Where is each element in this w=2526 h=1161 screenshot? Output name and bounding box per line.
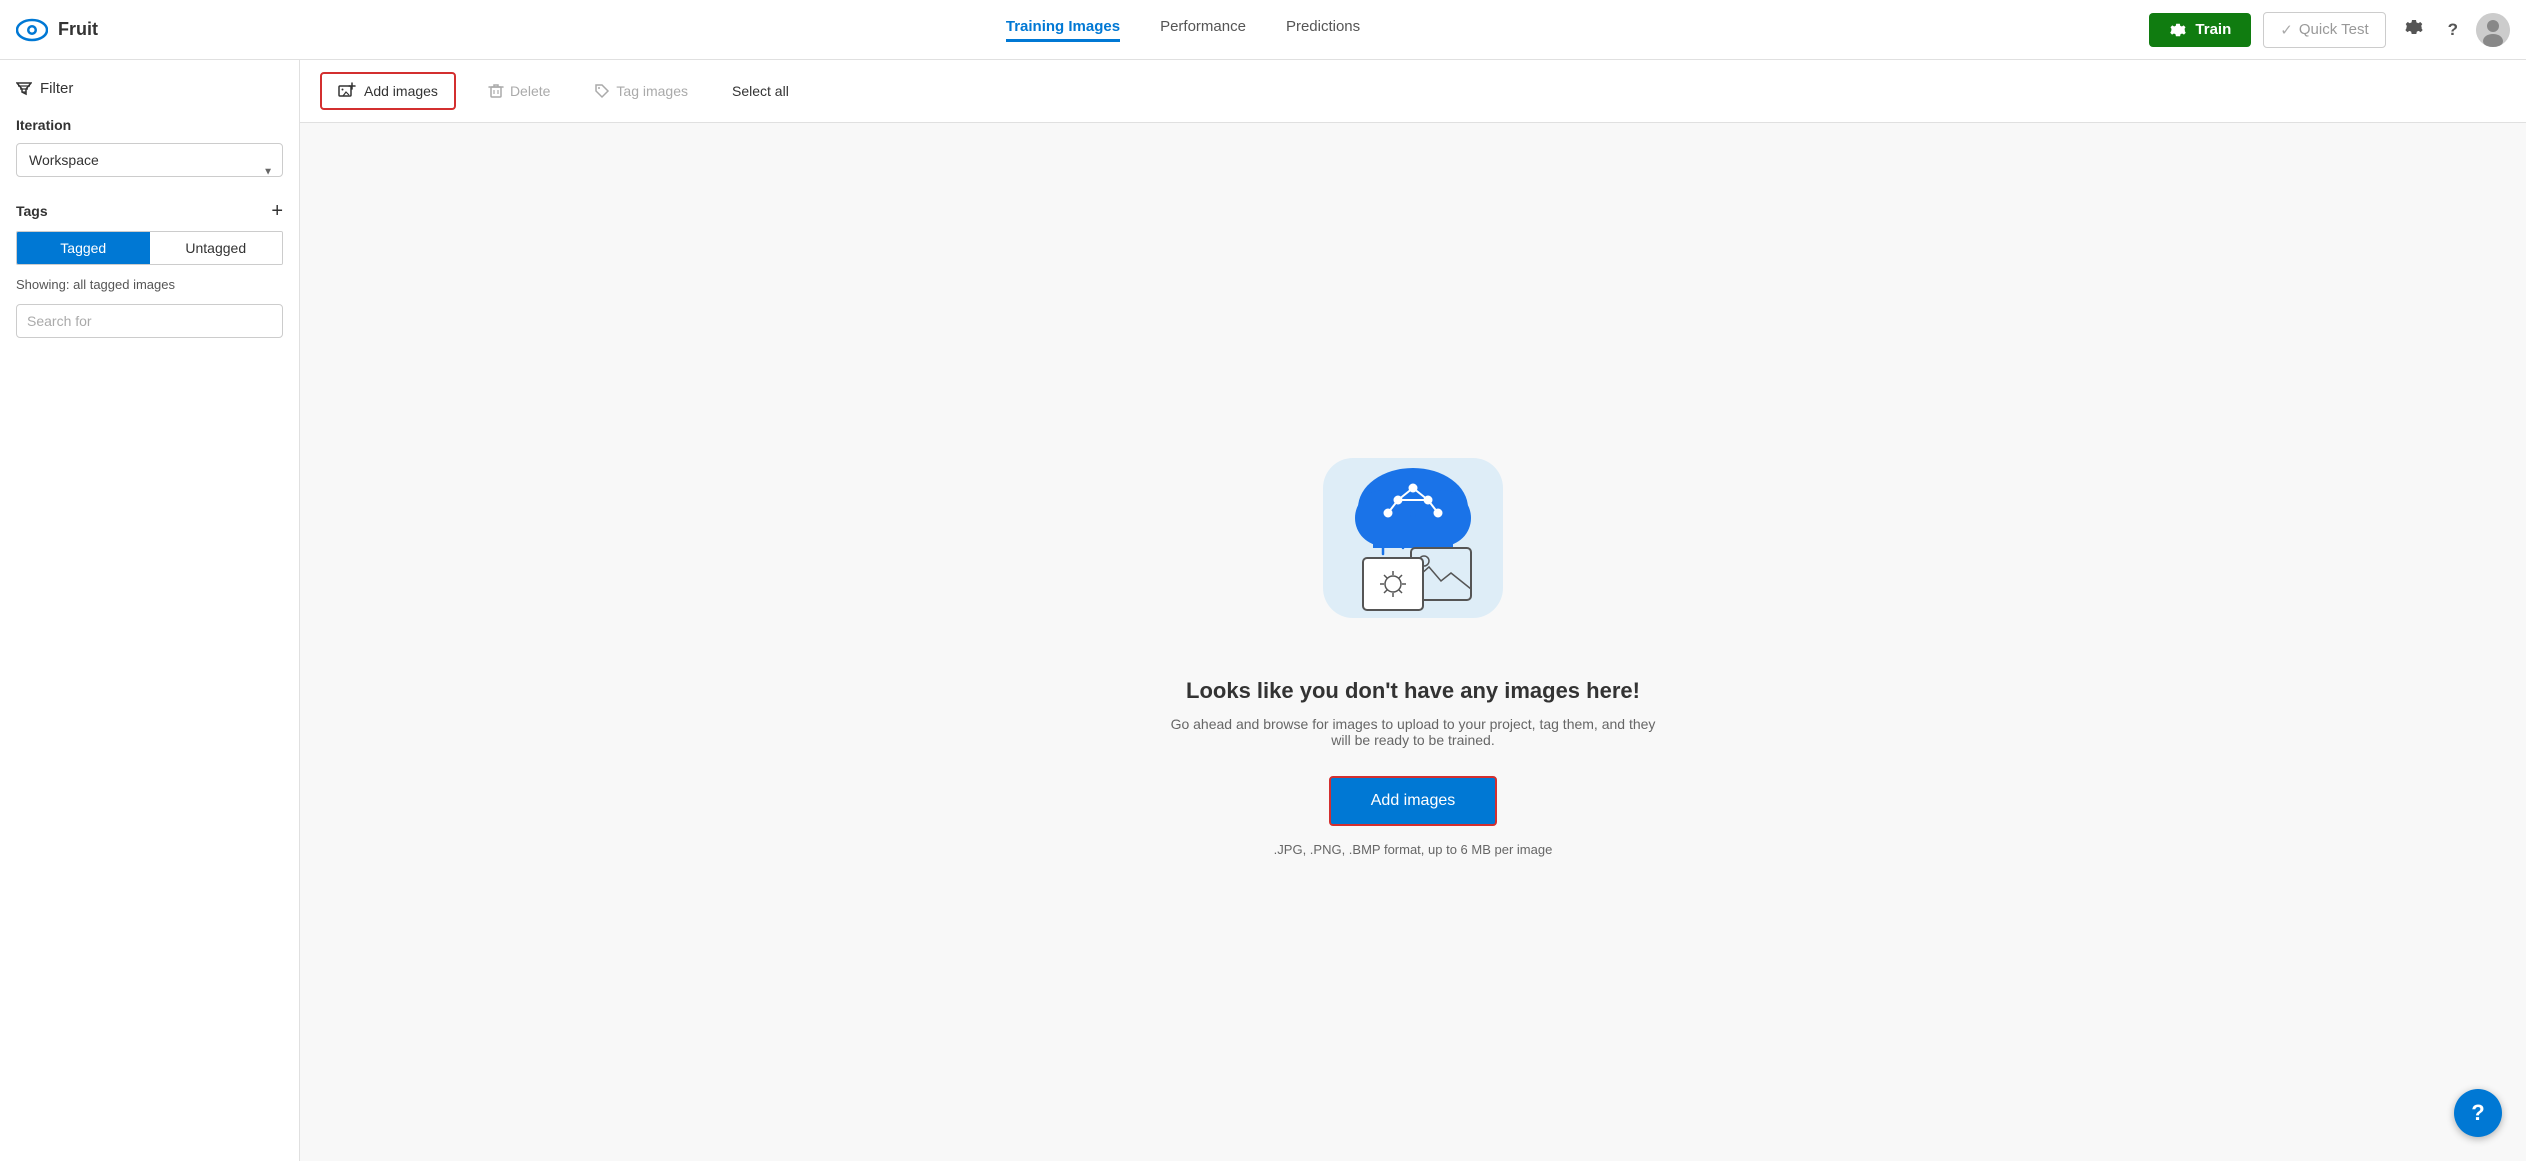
header: Fruit Training Images Performance Predic… <box>0 0 2526 60</box>
file-formats-text: .JPG, .PNG, .BMP format, up to 6 MB per … <box>1274 842 1553 857</box>
main-layout: Filter Iteration Workspace Tags + Tagged… <box>0 60 2526 1161</box>
iteration-label: Iteration <box>16 117 283 133</box>
filter-label: Filter <box>40 80 73 97</box>
main-nav: Training Images Performance Predictions <box>236 18 2130 42</box>
help-button[interactable]: ? <box>2454 1089 2502 1137</box>
tags-label: Tags <box>16 203 48 219</box>
add-images-center-button[interactable]: Add images <box>1329 776 1498 826</box>
main-content: Add images Delete Tag images <box>300 60 2526 1161</box>
add-tag-button[interactable]: + <box>271 201 283 221</box>
sidebar: Filter Iteration Workspace Tags + Tagged… <box>0 60 300 1161</box>
tag-images-icon <box>594 83 610 99</box>
train-button[interactable]: Train <box>2149 13 2251 47</box>
tags-header: Tags + <box>16 201 283 221</box>
empty-illustration <box>1303 428 1523 648</box>
settings-button[interactable] <box>2398 11 2430 48</box>
app-name: Fruit <box>58 19 98 40</box>
settings-icon <box>2404 17 2424 37</box>
empty-state: Looks like you don't have any images her… <box>300 123 2526 1161</box>
nav-predictions[interactable]: Predictions <box>1286 18 1360 42</box>
nav-performance[interactable]: Performance <box>1160 18 1246 42</box>
logo-area: Fruit <box>16 14 236 46</box>
nav-training-images[interactable]: Training Images <box>1006 18 1120 42</box>
empty-title: Looks like you don't have any images her… <box>1186 678 1640 704</box>
untagged-button[interactable]: Untagged <box>150 232 283 264</box>
toolbar: Add images Delete Tag images <box>300 60 2526 123</box>
help-header-button[interactable]: ? <box>2442 13 2464 46</box>
filter-icon <box>16 81 32 97</box>
select-all-button[interactable]: Select all <box>720 75 801 107</box>
app-logo-icon <box>16 14 48 46</box>
checkmark-icon: ✓ <box>2280 21 2293 39</box>
header-actions: Train ✓ Quick Test ? <box>2130 11 2510 48</box>
add-images-toolbar-button[interactable]: Add images <box>320 72 456 110</box>
tag-toggle: Tagged Untagged <box>16 231 283 265</box>
quick-test-button[interactable]: ✓ Quick Test <box>2263 12 2385 48</box>
tagged-button[interactable]: Tagged <box>17 232 150 264</box>
search-input[interactable] <box>16 304 283 338</box>
iteration-select-wrapper: Workspace <box>16 143 283 201</box>
empty-subtitle: Go ahead and browse for images to upload… <box>1163 716 1663 748</box>
train-gear-icon <box>2169 21 2187 39</box>
showing-text: Showing: all tagged images <box>16 277 283 292</box>
delete-button[interactable]: Delete <box>476 75 562 107</box>
delete-icon <box>488 83 504 99</box>
add-images-icon <box>338 82 356 100</box>
tag-images-button[interactable]: Tag images <box>582 75 700 107</box>
avatar[interactable] <box>2476 13 2510 47</box>
avatar-icon <box>2476 13 2510 47</box>
filter-row[interactable]: Filter <box>16 80 283 97</box>
iteration-select[interactable]: Workspace <box>16 143 283 177</box>
